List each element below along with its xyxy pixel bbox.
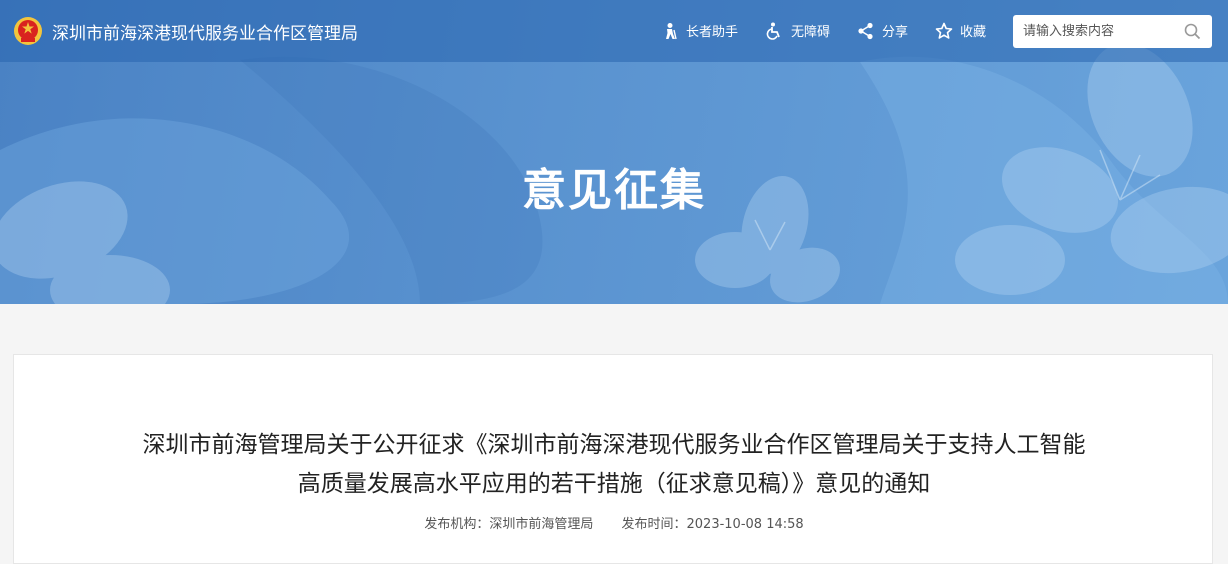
article-meta: 发布机构：深圳市前海管理局 发布时间：2023-10-08 14:58 (14, 513, 1214, 532)
top-navigation-bar: 深圳市前海深港现代服务业合作区管理局 长者助手 无障碍 分享 收藏 (0, 0, 1228, 62)
article-title-line-1: 深圳市前海管理局关于公开征求《深圳市前海深港现代服务业合作区管理局关于支持人工智… (142, 432, 1086, 458)
publish-time-info: 发布时间：2023-10-08 14:58 (622, 517, 804, 532)
accessibility-button[interactable]: 无障碍 (766, 21, 830, 40)
favorite-button[interactable]: 收藏 (935, 21, 986, 40)
publisher-info: 发布机构：深圳市前海管理局 (424, 517, 593, 532)
share-icon (858, 22, 873, 39)
article-card: 深圳市前海管理局关于公开征求《深圳市前海深港现代服务业合作区管理局关于支持人工智… (13, 354, 1213, 564)
publisher-value: 深圳市前海管理局 (489, 517, 594, 532)
elder-assist-label: 长者助手 (686, 25, 739, 40)
search-icon[interactable] (1184, 23, 1201, 40)
national-emblem-icon (14, 17, 42, 45)
banner-title: 意见征集 (522, 165, 706, 216)
accessibility-icon (766, 22, 780, 40)
elder-assist-icon (666, 22, 677, 39)
star-icon (935, 22, 953, 39)
site-title[interactable]: 深圳市前海深港现代服务业合作区管理局 (52, 19, 358, 44)
share-button[interactable]: 分享 (857, 21, 908, 40)
share-label: 分享 (882, 25, 909, 40)
accessibility-label: 无障碍 (791, 25, 831, 40)
search-input[interactable] (1013, 15, 1193, 48)
publish-time-value: 2023-10-08 14:58 (686, 517, 804, 532)
publish-time-label: 发布时间： (621, 517, 687, 532)
article-title: 深圳市前海管理局关于公开征求《深圳市前海深港现代服务业合作区管理局关于支持人工智… (14, 426, 1214, 504)
elder-assist-button[interactable]: 长者助手 (661, 21, 738, 40)
favorite-label: 收藏 (960, 25, 987, 40)
search-box (1013, 15, 1212, 48)
article-title-line-2: 高质量发展高水平应用的若干措施（征求意见稿）》意见的通知 (297, 471, 931, 497)
publisher-label: 发布机构： (424, 517, 490, 532)
